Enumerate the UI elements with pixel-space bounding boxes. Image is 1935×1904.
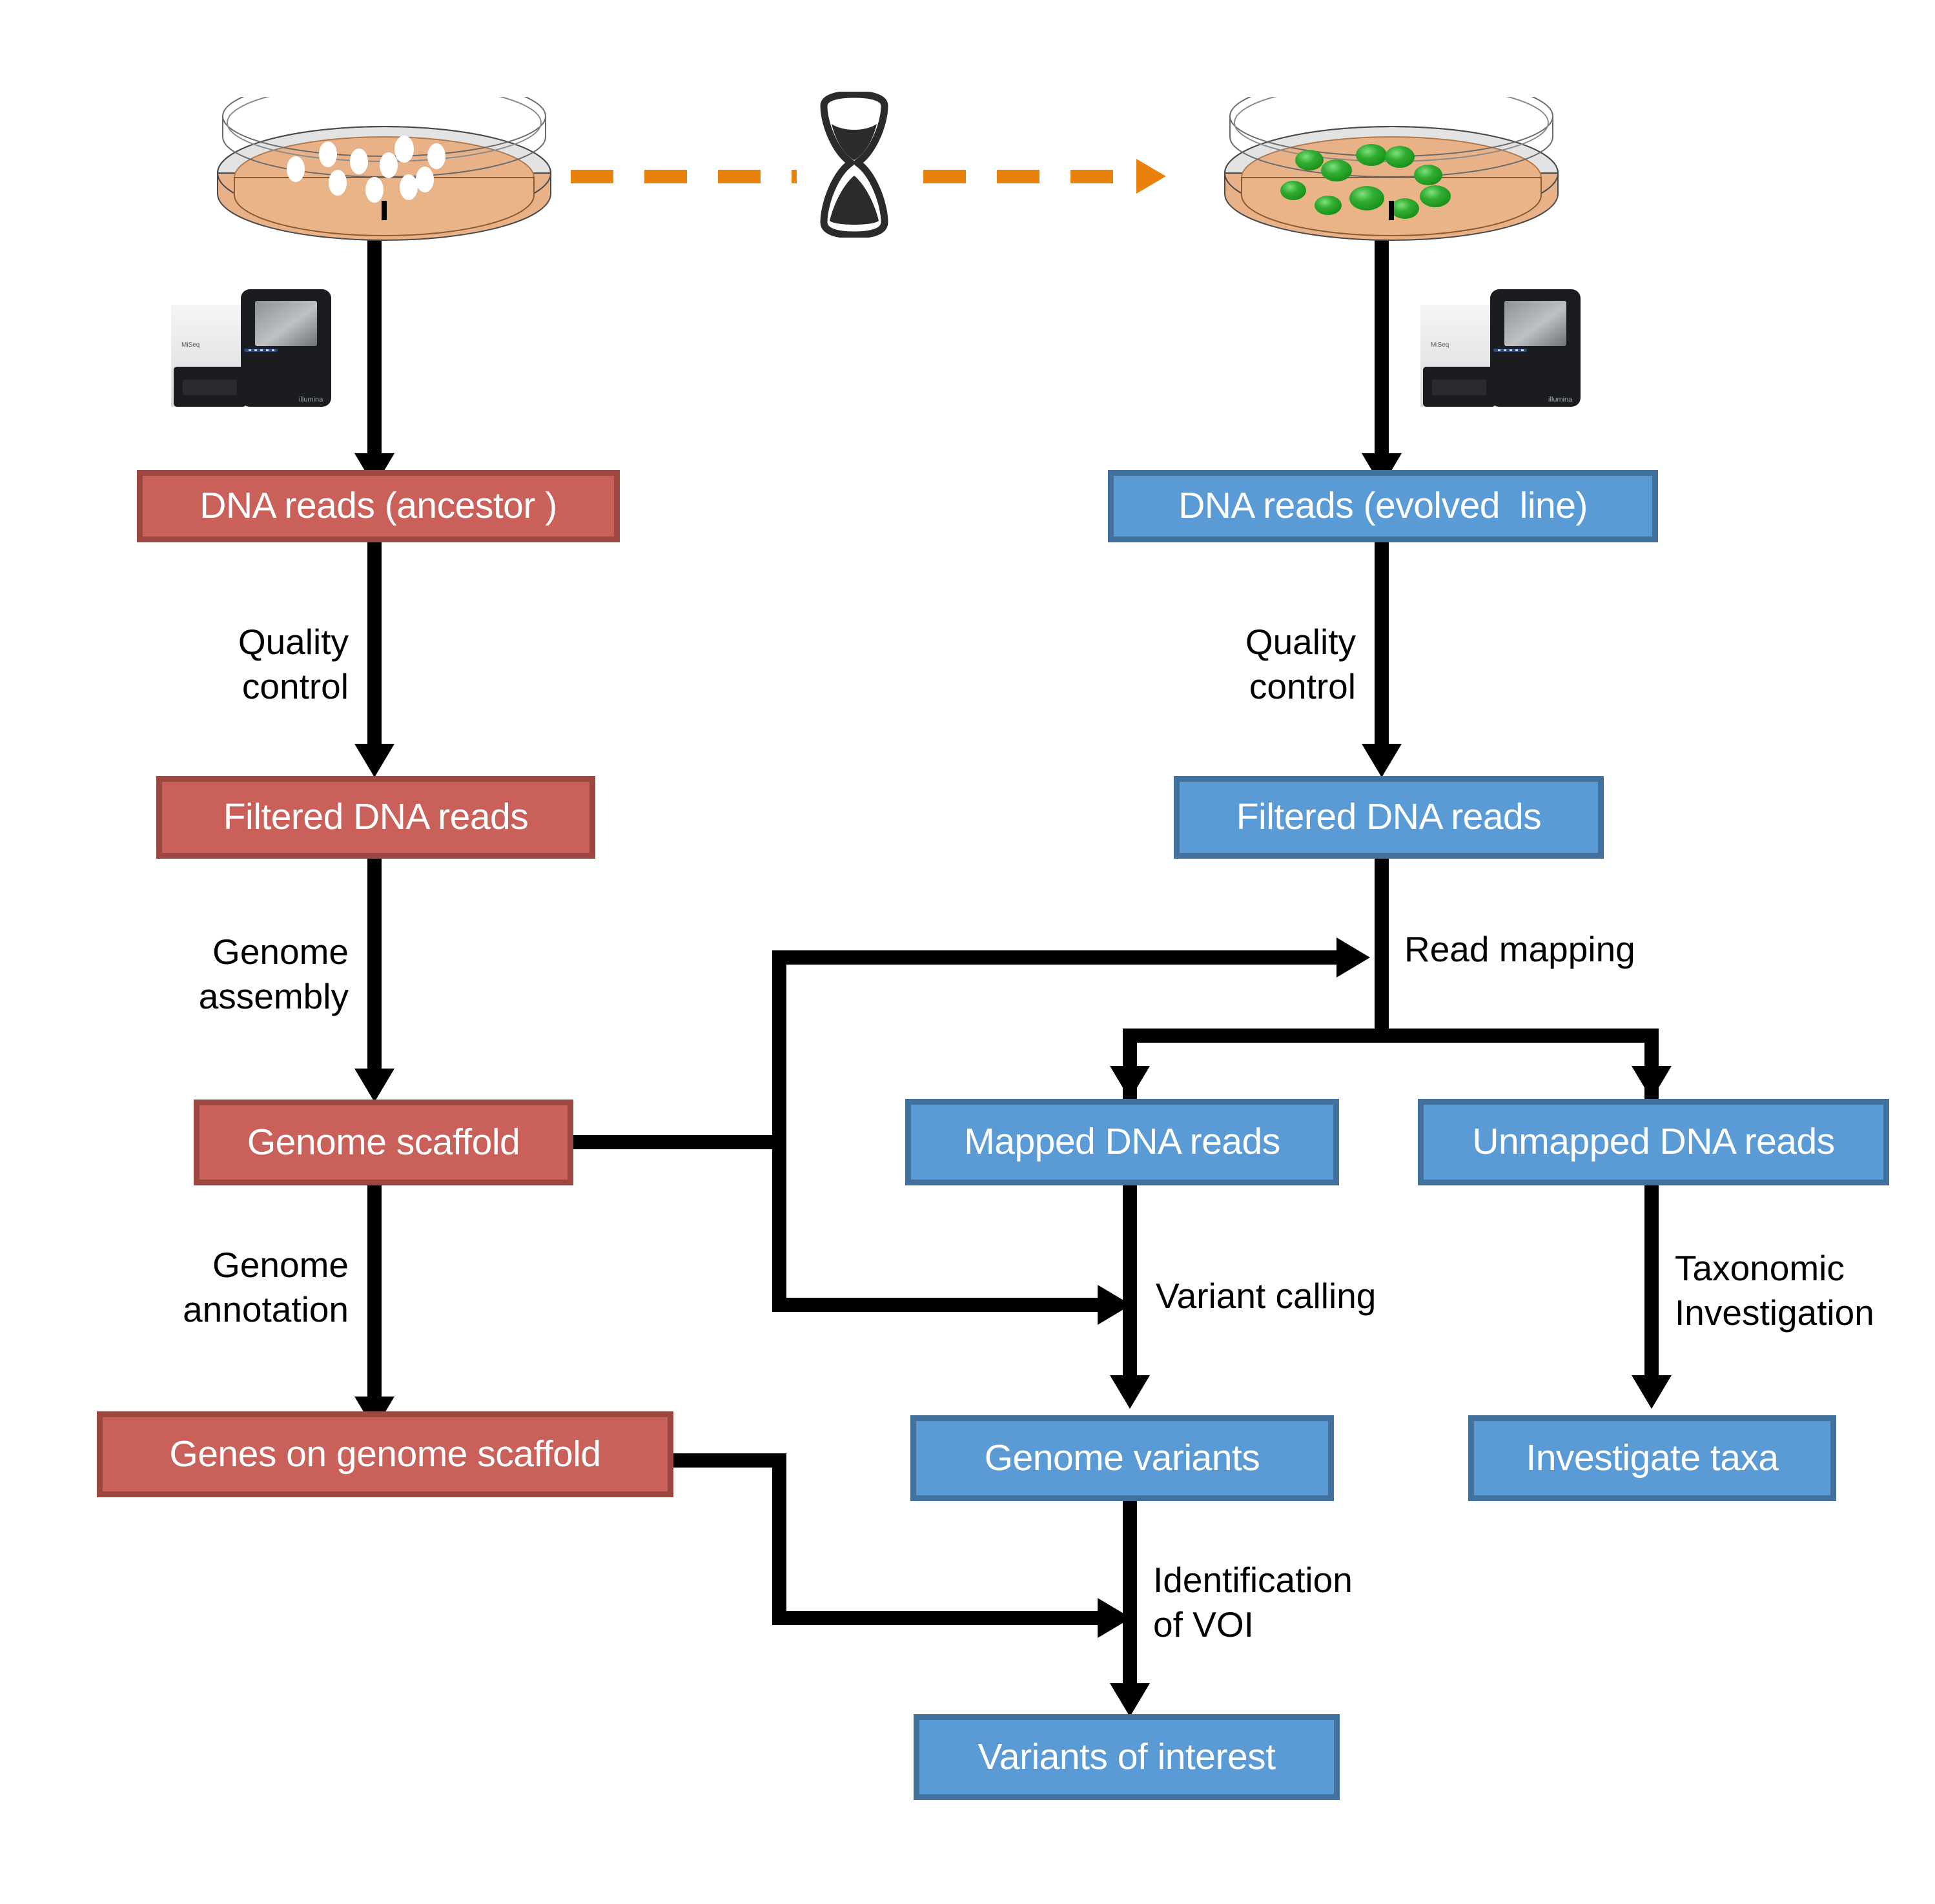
arrowhead-genome-scaffold [354,1069,394,1102]
svg-text:MiSeq: MiSeq [1431,342,1449,349]
connector-scaffold-to-genes [367,1185,382,1411]
node-dna-reads-ancestor[interactable]: DNA reads (ancestor ) [137,470,620,542]
node-variants-of-interest[interactable]: Variants of interest [914,1714,1340,1800]
node-genome-variants-label: Genome variants [984,1437,1260,1479]
svg-text:illumina: illumina [299,396,323,404]
svg-text:illumina: illumina [1548,396,1573,404]
arrowhead-investigate-taxa [1632,1375,1672,1409]
node-filtered-dna-reads-evolved[interactable]: Filtered DNA reads [1174,776,1604,859]
node-genome-scaffold[interactable]: Genome scaffold [194,1100,573,1185]
svg-text:MiSeq: MiSeq [181,342,200,349]
arrowhead-filtered-ancestor [354,744,394,777]
node-mapped-dna-reads[interactable]: Mapped DNA reads [905,1099,1339,1185]
arrowhead-genome-variants [1110,1375,1150,1409]
hourglass-icon [812,90,896,239]
connector-genes-right-stub [673,1453,786,1468]
time-progression-line-right [923,170,1138,183]
node-dna-reads-evolved[interactable]: DNA reads (evolved line) [1108,470,1658,542]
arrowhead-read-mapping [1336,937,1370,978]
node-filtered-dna-reads-evolved-label: Filtered DNA reads [1236,796,1542,838]
node-genes-on-genome-scaffold[interactable]: Genes on genome scaffold [97,1411,673,1497]
connector-scaffold-vertical-riser [772,950,786,1149]
node-mapped-dna-reads-label: Mapped DNA reads [964,1121,1280,1163]
arrowhead-mapped-reads [1110,1066,1150,1100]
connector-genes-to-voi-horizontal [772,1611,1101,1625]
node-genes-on-genome-scaffold-label: Genes on genome scaffold [169,1433,601,1475]
illumina-miseq-sequencer-icon-right: MiSeq illumina [1408,278,1595,413]
edge-label-quality-control-left: Quality control [238,622,349,707]
connector-unmapped-to-taxa [1644,1185,1659,1386]
node-variants-of-interest-label: Variants of interest [978,1735,1276,1777]
connector-scaffold-right-stub [573,1135,786,1149]
arrowhead-identification-of-voi [1098,1598,1131,1638]
connector-scaffold-to-readmapping-horizontal [772,950,1340,965]
edge-label-taxonomic-investigation: Taxonomic Investigation [1675,1248,1874,1333]
connector-filtered-to-scaffold [367,859,382,1082]
node-filtered-dna-reads-ancestor-label: Filtered DNA reads [223,796,529,838]
node-unmapped-dna-reads-label: Unmapped DNA reads [1472,1121,1835,1163]
edge-label-genome-assembly: Genome assembly [198,932,349,1017]
arrowhead-variants-of-interest [1110,1683,1150,1717]
arrowhead-filtered-evolved [1362,744,1402,777]
node-dna-reads-ancestor-label: DNA reads (ancestor ) [200,485,557,527]
edge-label-identification-of-voi: Identification of VOI [1153,1560,1353,1645]
connector-filtered-evolved-to-readmapping [1375,859,1389,1033]
illumina-miseq-sequencer-icon-left: MiSeq illumina [158,278,345,413]
node-filtered-dna-reads-ancestor[interactable]: Filtered DNA reads [156,776,595,859]
connector-scaffold-riser-lower [772,1135,786,1312]
connector-evolved-reads-to-filtered [1375,541,1389,754]
node-dna-reads-evolved-label: DNA reads (evolved line) [1178,485,1588,527]
edge-label-variant-calling: Variant calling [1156,1276,1377,1316]
node-genome-variants[interactable]: Genome variants [910,1415,1334,1501]
arrowhead-unmapped-reads [1632,1066,1672,1100]
connector-genes-riser [772,1453,786,1625]
edge-label-genome-annotation: Genome annotation [183,1245,349,1330]
connector-ancestor-reads-to-filtered [367,541,382,754]
connector-dish-to-evolved-reads [1375,239,1389,470]
petri-dish-evolved-icon [1220,76,1562,245]
edge-label-read-mapping: Read mapping [1404,929,1635,969]
node-unmapped-dna-reads[interactable]: Unmapped DNA reads [1418,1099,1889,1185]
node-investigate-taxa[interactable]: Investigate taxa [1468,1415,1836,1501]
arrowhead-variant-calling [1098,1285,1131,1325]
edge-label-quality-control-right: Quality control [1245,622,1356,707]
connector-dish-to-ancestor-reads [367,239,382,470]
time-progression-arrowhead [1136,159,1166,194]
connector-readmapping-split-bar [1123,1029,1659,1043]
workflow-diagram: MiSeq illumina MiSeq illumina DNA reads … [0,0,1935,1904]
time-progression-line [571,170,797,183]
petri-dish-ancestor-icon [213,76,555,245]
node-investigate-taxa-label: Investigate taxa [1526,1437,1779,1479]
connector-scaffold-to-variantcalling-horizontal [772,1298,1101,1312]
node-genome-scaffold-label: Genome scaffold [247,1121,520,1163]
